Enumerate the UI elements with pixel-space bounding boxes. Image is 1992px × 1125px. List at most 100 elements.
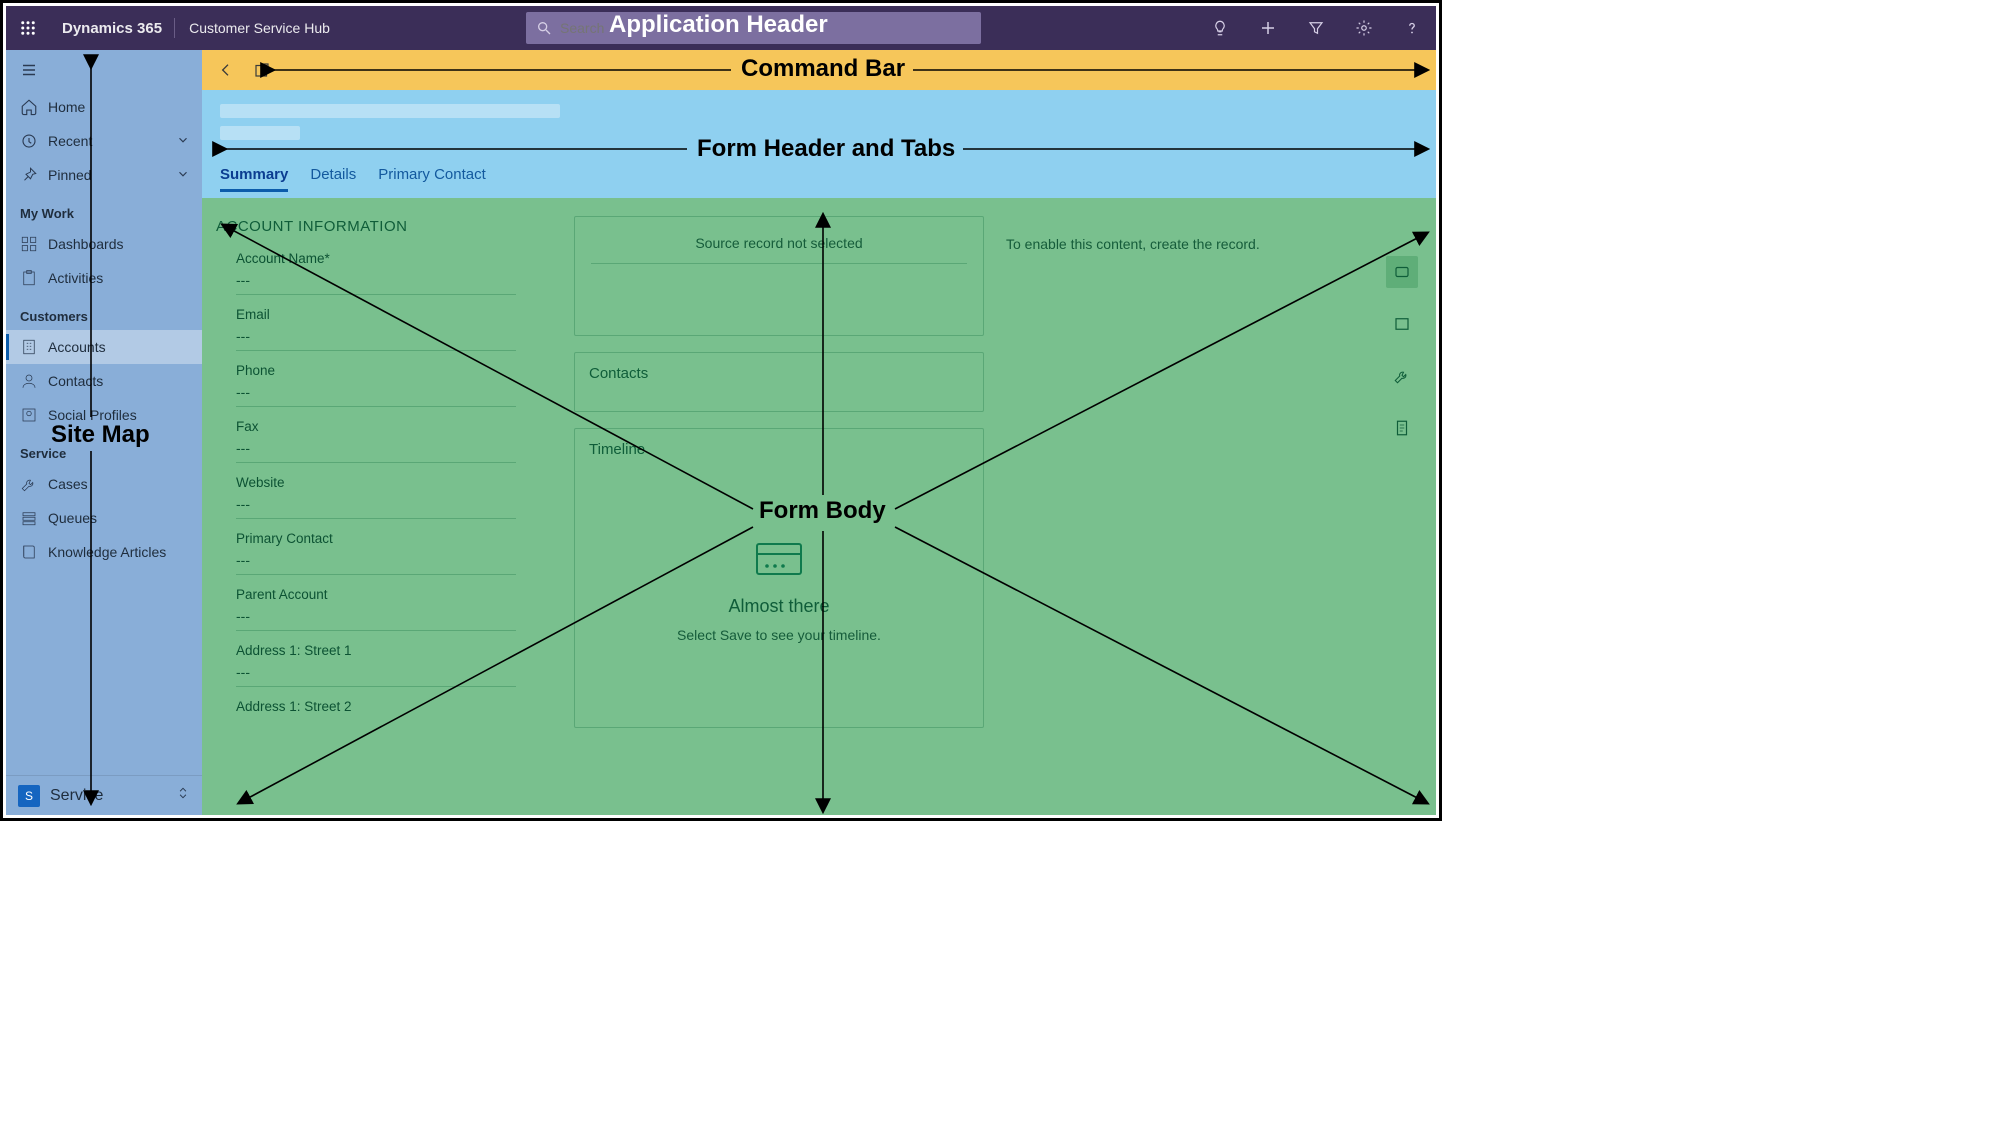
- app-name-label: Customer Service Hub: [175, 20, 344, 36]
- related-side-rail: [1382, 256, 1422, 444]
- form-column-1: ACCOUNT INFORMATION Account Name --- Emai…: [216, 216, 556, 815]
- hamburger-icon[interactable]: [6, 50, 202, 90]
- field-email[interactable]: Email ---: [216, 301, 556, 357]
- nav-label: Knowledge Articles: [48, 544, 166, 560]
- field-value: ---: [236, 664, 516, 687]
- annotation-command-bar: Command Bar: [741, 55, 905, 83]
- annotation-site-map: Site Map: [51, 421, 150, 449]
- wrench-icon: [20, 475, 38, 493]
- open-in-new-icon[interactable]: [248, 56, 276, 84]
- title-placeholder: [220, 104, 560, 118]
- field-phone[interactable]: Phone ---: [216, 357, 556, 413]
- building-icon: [20, 338, 38, 356]
- nav-cases[interactable]: Cases: [6, 467, 202, 501]
- nav-label: Cases: [48, 476, 88, 492]
- gear-icon[interactable]: [1354, 18, 1374, 38]
- field-label: Phone: [236, 363, 556, 378]
- annotation-form-body: Form Body: [759, 497, 886, 525]
- field-value: ---: [236, 272, 516, 295]
- enable-content-message: To enable this content, create the recor…: [1002, 216, 1422, 252]
- nav-section-title: Customers: [6, 295, 202, 330]
- nav-pinned[interactable]: Pinned: [6, 158, 202, 192]
- annotation-form-header: Form Header and Tabs: [697, 135, 955, 163]
- book-icon: [20, 543, 38, 561]
- timeline-heading: Almost there: [728, 596, 829, 617]
- tab-summary[interactable]: Summary: [220, 166, 288, 192]
- form-tabs: Summary Details Primary Contact: [220, 166, 486, 192]
- field-account-name[interactable]: Account Name ---: [216, 245, 556, 301]
- wrench-icon[interactable]: [1386, 360, 1418, 392]
- section-title: ACCOUNT INFORMATION: [216, 218, 556, 235]
- card-title: Contacts: [575, 353, 983, 394]
- area-label: Service: [50, 787, 103, 805]
- field-value: ---: [236, 440, 516, 463]
- dashboard-icon: [20, 235, 38, 253]
- app-root: Dynamics 365 Customer Service Hub Home R…: [0, 0, 1442, 821]
- field-value: ---: [236, 328, 516, 351]
- chevron-down-icon: [176, 167, 190, 184]
- filter-icon[interactable]: [1306, 18, 1326, 38]
- nav-home[interactable]: Home: [6, 90, 202, 124]
- field-fax[interactable]: Fax ---: [216, 413, 556, 469]
- help-icon[interactable]: [1402, 18, 1422, 38]
- nav-label: Recent: [48, 133, 92, 149]
- area-switcher[interactable]: S Service: [6, 775, 202, 815]
- source-record-hint: Source record not selected: [591, 217, 967, 264]
- profile-icon: [20, 406, 38, 424]
- person-icon: [20, 372, 38, 390]
- nav-contacts[interactable]: Contacts: [6, 364, 202, 398]
- folder-icon: [751, 538, 807, 586]
- search-icon: [536, 20, 552, 36]
- timeline-card: Timeline Almost there Select Save to see…: [574, 428, 984, 728]
- nav-recent[interactable]: Recent: [6, 124, 202, 158]
- document-icon[interactable]: [1386, 412, 1418, 444]
- chevron-down-icon: [176, 133, 190, 150]
- tab-primary-contact[interactable]: Primary Contact: [378, 166, 486, 192]
- nav-accounts[interactable]: Accounts: [6, 330, 202, 364]
- nav-queues[interactable]: Queues: [6, 501, 202, 535]
- nav-label: Accounts: [48, 339, 106, 355]
- timeline-subtext: Select Save to see your timeline.: [677, 627, 881, 643]
- panel-icon[interactable]: [1386, 308, 1418, 340]
- plus-icon[interactable]: [1258, 18, 1278, 38]
- field-address1-street2[interactable]: Address 1: Street 2: [216, 693, 556, 726]
- nav-label: Home: [48, 99, 85, 115]
- brand-label: Dynamics 365: [50, 20, 174, 37]
- field-value: ---: [236, 384, 516, 407]
- subtitle-placeholder: [220, 126, 300, 140]
- field-parent-account[interactable]: Parent Account ---: [216, 581, 556, 637]
- stack-icon: [20, 509, 38, 527]
- nav-label: Pinned: [48, 167, 92, 183]
- field-label: Email: [236, 307, 556, 322]
- nav-knowledge-articles[interactable]: Knowledge Articles: [6, 535, 202, 569]
- back-button[interactable]: [212, 56, 240, 84]
- nav-label: Dashboards: [48, 236, 124, 252]
- nav-label: Contacts: [48, 373, 103, 389]
- field-value: ---: [236, 552, 516, 575]
- nav-activities[interactable]: Activities: [6, 261, 202, 295]
- field-label: Website: [236, 475, 556, 490]
- field-address1-street1[interactable]: Address 1: Street 1 ---: [216, 637, 556, 693]
- clipboard-icon: [20, 269, 38, 287]
- form-column-3: To enable this content, create the recor…: [1002, 216, 1422, 815]
- source-record-card: Source record not selected: [574, 216, 984, 336]
- nav-dashboards[interactable]: Dashboards: [6, 227, 202, 261]
- clock-icon: [20, 132, 38, 150]
- card-title: Timeline: [575, 429, 983, 470]
- field-label: Address 1: Street 2: [236, 699, 556, 714]
- field-label: Address 1: Street 1: [236, 643, 556, 658]
- field-value: ---: [236, 608, 516, 631]
- field-label: Account Name: [236, 251, 556, 266]
- area-badge: S: [18, 785, 40, 807]
- field-website[interactable]: Website---: [216, 469, 556, 525]
- field-primary-contact[interactable]: Primary Contact---: [216, 525, 556, 581]
- field-label: Parent Account: [236, 587, 556, 602]
- nav-section-title: My Work: [6, 192, 202, 227]
- nav-label: Queues: [48, 510, 97, 526]
- assistant-icon[interactable]: [1386, 256, 1418, 288]
- tab-details[interactable]: Details: [310, 166, 356, 192]
- lightbulb-icon[interactable]: [1210, 18, 1230, 38]
- annotation-app-header: Application Header: [609, 11, 828, 39]
- field-label: Fax: [236, 419, 556, 434]
- app-launcher-icon[interactable]: [6, 6, 50, 50]
